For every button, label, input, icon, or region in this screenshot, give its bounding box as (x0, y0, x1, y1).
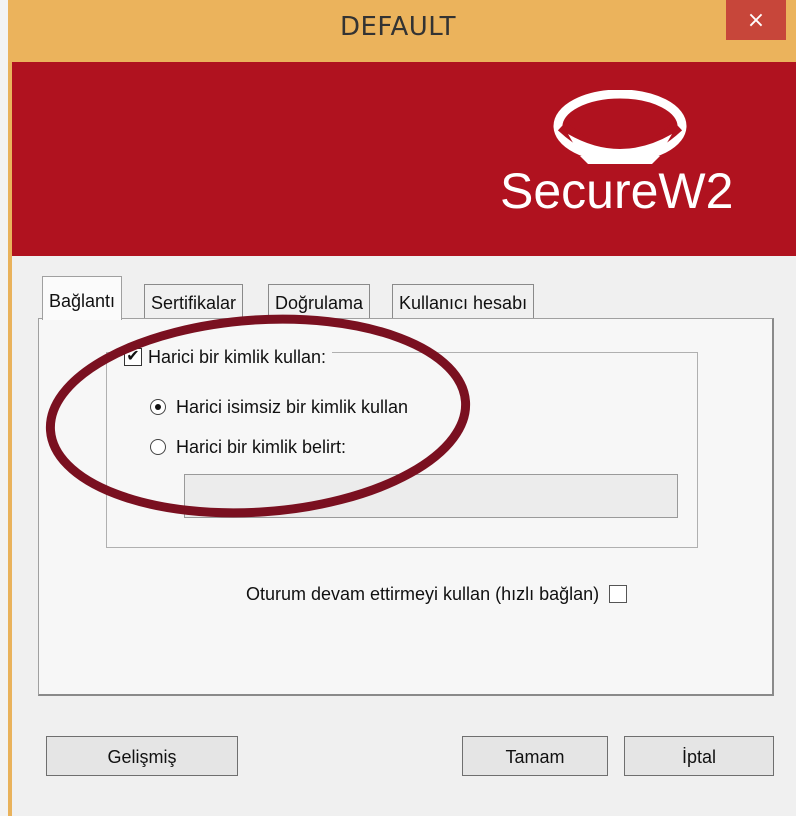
window-title: DEFAULT (339, 12, 457, 42)
anonymous-identity-radio[interactable]: Harici isimsiz bir kimlik kullan (150, 396, 408, 418)
tab-label: Sertifikalar (151, 293, 237, 313)
specify-identity-radio[interactable]: Harici bir kimlik belirt: (150, 436, 346, 458)
cancel-button[interactable]: İptal (624, 736, 774, 776)
close-icon: × (746, 8, 766, 33)
securew2-logo-text: SecureW2 (500, 163, 734, 219)
tab-kullanici-hesabi[interactable]: Kullanıcı hesabı (392, 284, 535, 318)
specify-identity-label: Harici bir kimlik belirt: (176, 436, 347, 457)
securew2-logo-icon (553, 90, 687, 164)
external-identity-input[interactable] (184, 474, 678, 518)
radio-selected-icon (150, 399, 166, 415)
title-bar: DEFAULT × (0, 0, 796, 62)
ok-button[interactable]: Tamam (462, 736, 608, 776)
session-resumption-checkbox[interactable] (609, 585, 628, 603)
tab-label: Kullanıcı hesabı (399, 293, 528, 313)
tab-dogrulama[interactable]: Doğrulama (268, 284, 371, 318)
dialog-client-area: SecureW2 Bağlantı Sertifikalar Doğrulama… (12, 62, 796, 816)
session-resumption-row[interactable]: Oturum devam ettirmeyi kullan (hızlı bağ… (246, 582, 628, 606)
tab-baglanti[interactable]: Bağlantı (42, 276, 123, 320)
tab-label: Doğrulama (275, 293, 364, 313)
radio-unselected-icon (150, 439, 166, 455)
use-external-identity-label: Harici bir kimlik kullan: (148, 346, 327, 367)
dialog-window: DEFAULT × SecureW2 Bağlantı Sertifikalar… (0, 0, 796, 816)
checkbox-checked-icon: ✔ (124, 348, 142, 366)
use-external-identity-checkbox[interactable]: ✔ Harici bir kimlik kullan: (124, 346, 333, 368)
session-resumption-label: Oturum devam ettirmeyi kullan (hızlı bağ… (246, 583, 600, 604)
tab-sertifikalar[interactable]: Sertifikalar (144, 284, 244, 318)
background-window-edge (0, 0, 8, 816)
tab-label: Bağlantı (49, 291, 116, 311)
anonymous-identity-label: Harici isimsiz bir kimlik kullan (176, 396, 409, 417)
advanced-button[interactable]: Gelişmiş (46, 736, 238, 776)
brand-banner: SecureW2 (12, 62, 796, 256)
close-button[interactable]: × (726, 0, 786, 40)
